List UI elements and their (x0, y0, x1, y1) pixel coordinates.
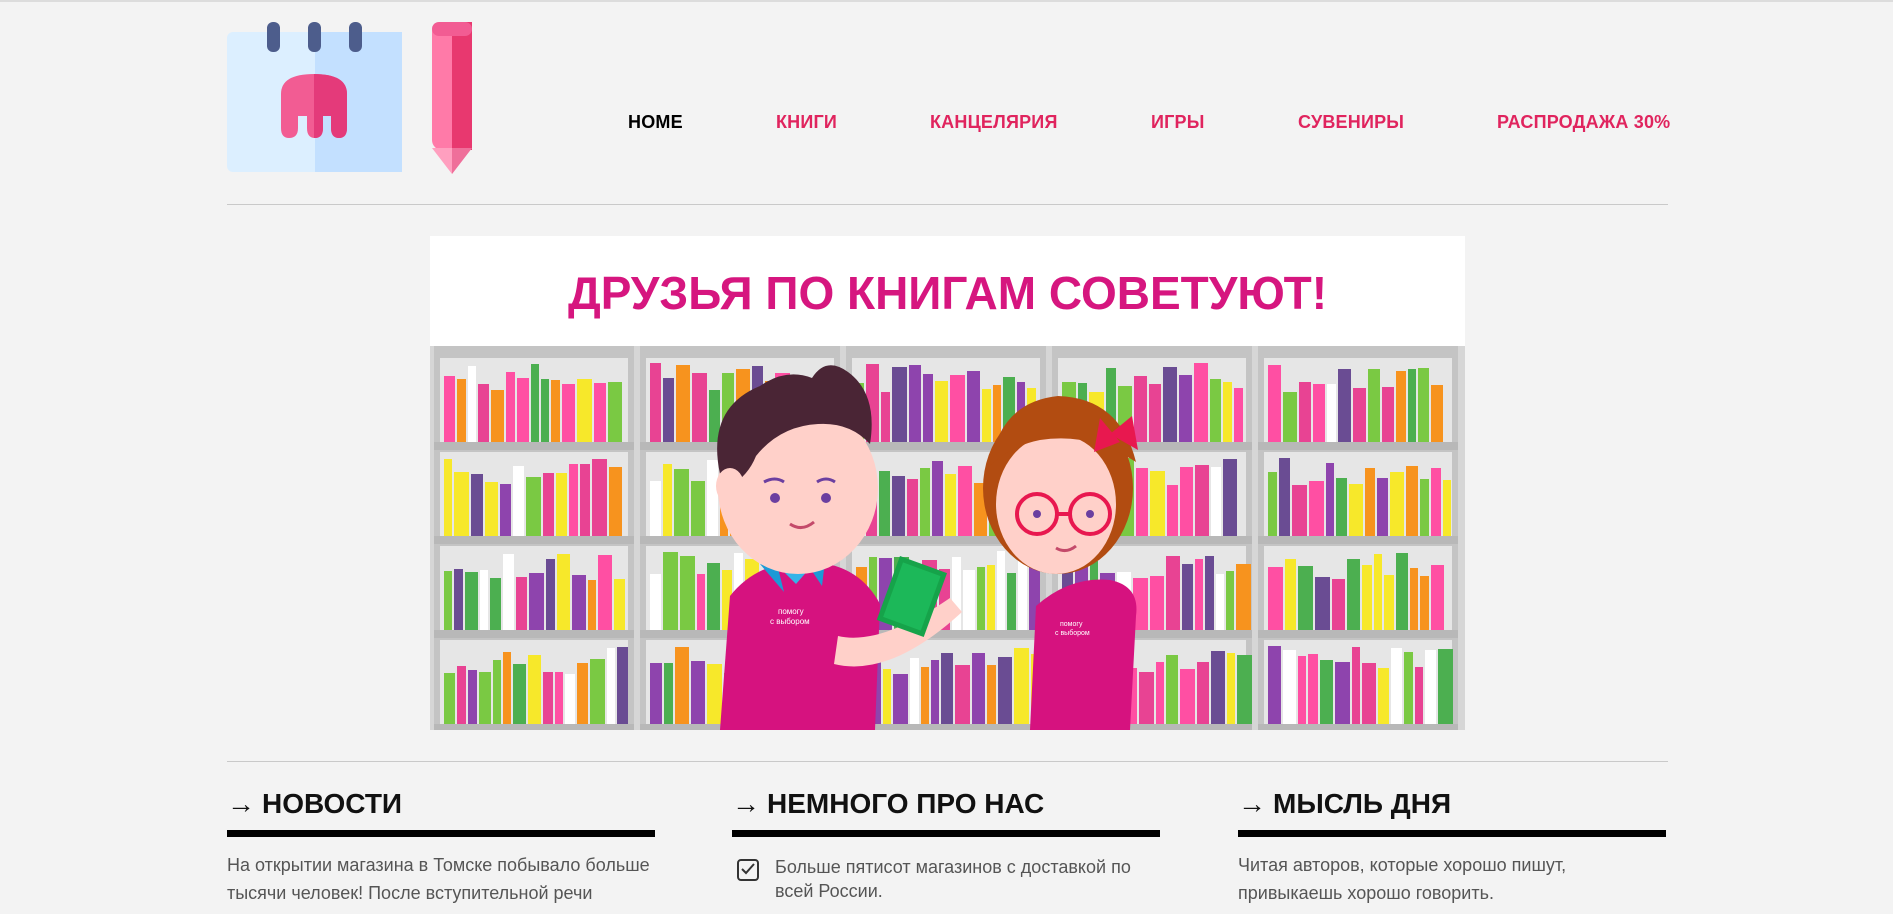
bookshelf-illustration: помогу с выбором помогу с выбором (430, 346, 1465, 730)
top-border (0, 0, 1893, 2)
nav-sale[interactable]: РАСПРОДАЖА 30% (1497, 112, 1670, 133)
arrow-right-icon: → (732, 788, 760, 819)
thought-text: Читая авторов, которые хорошо пишут, при… (1238, 855, 1567, 903)
news-section: → НОВОСТИ На открытии магазина в Томске п… (227, 786, 655, 907)
about-item-text: Больше пятисот магазинов с доставкой по … (775, 857, 1131, 901)
news-text: На открытии магазина в Томске побывало б… (227, 855, 650, 903)
main-nav: HOME КНИГИ КАНЦЕЛЯРИЯ ИГРЫ СУВЕНИРЫ РАСП… (227, 20, 1670, 180)
news-title: НОВОСТИ (262, 788, 403, 819)
nav-stationery[interactable]: КАНЦЕЛЯРИЯ (930, 112, 1058, 133)
about-title: НЕМНОГО ПРО НАС (767, 788, 1045, 819)
boy-shirt-text-1: помогу (778, 607, 804, 616)
about-section: → НЕМНОГО ПРО НАС Больше пятисот магазино… (732, 786, 1160, 903)
boy-shirt-text-2: с выбором (770, 617, 810, 626)
nav-souvenirs[interactable]: СУВЕНИРЫ (1298, 112, 1404, 133)
nav-games[interactable]: ИГРЫ (1151, 112, 1205, 133)
thought-section: → МЫСЛЬ ДНЯ Читая авторов, которые хорошо… (1238, 786, 1666, 907)
about-heading: → НЕМНОГО ПРО НАС (732, 786, 1160, 837)
content-divider (227, 761, 1668, 762)
girl-shirt-text-2: с выбором (1055, 629, 1090, 637)
arrow-right-icon: → (227, 788, 255, 819)
news-heading: → НОВОСТИ (227, 786, 655, 837)
girl-shirt-text-1: помогу (1060, 621, 1083, 628)
checkbox-icon (737, 859, 759, 881)
arrow-right-icon: → (1238, 788, 1266, 819)
banner-title: ДРУЗЬЯ ПО КНИГАМ СОВЕТУЮТ! (567, 267, 1328, 319)
hero-banner: ДРУЗЬЯ ПО КНИГАМ СОВЕТУЮТ! помогу с выбо… (430, 236, 1465, 730)
thought-heading: → МЫСЛЬ ДНЯ (1238, 786, 1666, 837)
header-divider (227, 204, 1668, 205)
nav-home[interactable]: HOME (628, 112, 683, 133)
thought-title: МЫСЛЬ ДНЯ (1273, 788, 1452, 819)
site-header: HOME КНИГИ КАНЦЕЛЯРИЯ ИГРЫ СУВЕНИРЫ РАСП… (227, 20, 1670, 180)
about-list-item: Больше пятисот магазинов с доставкой по … (732, 855, 1160, 903)
nav-books[interactable]: КНИГИ (776, 112, 837, 133)
